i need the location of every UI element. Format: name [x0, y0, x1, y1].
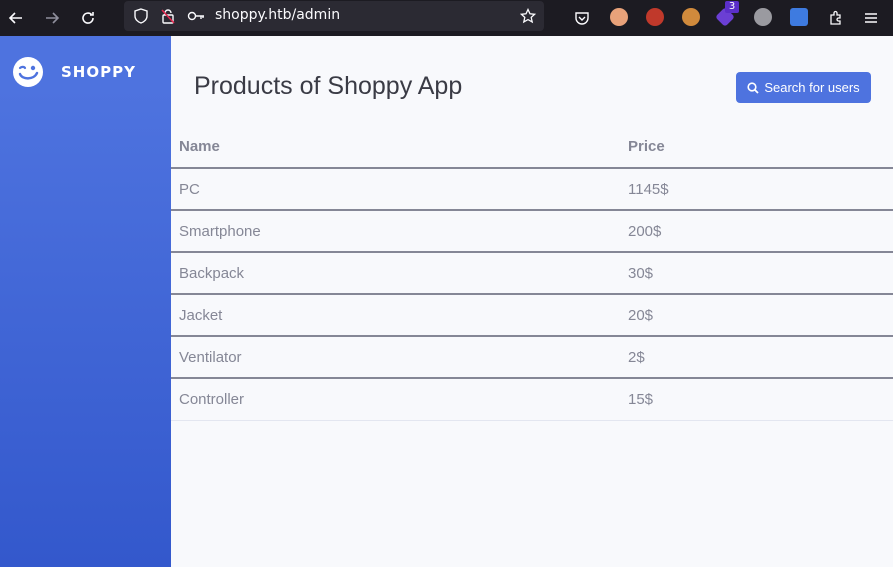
translate-icon[interactable]: [790, 8, 808, 26]
key-icon[interactable]: [187, 8, 205, 28]
extension-face-icon[interactable]: [610, 8, 628, 26]
table-row: Controller 15$: [171, 378, 893, 421]
product-name: Ventilator: [171, 336, 620, 379]
product-name: Controller: [171, 378, 620, 421]
table-row: PC 1145$: [171, 168, 893, 211]
browser-toolbar: shoppy.htb/admin 3: [0, 0, 893, 36]
product-price: 2$: [620, 336, 893, 379]
table-row: Smartphone 200$: [171, 210, 893, 253]
extension-red-icon[interactable]: [646, 8, 664, 26]
winking-face-icon: [13, 57, 43, 87]
search-users-label: Search for users: [764, 80, 860, 95]
cookie-icon[interactable]: [682, 8, 700, 26]
product-price: 20$: [620, 294, 893, 337]
table-row: Backpack 30$: [171, 252, 893, 295]
menu-hamburger-icon[interactable]: [859, 6, 883, 30]
table-header-row: Name Price: [171, 126, 893, 169]
product-name: Jacket: [171, 294, 620, 337]
product-name: PC: [171, 168, 620, 211]
table-row: Jacket 20$: [171, 294, 893, 337]
products-table: Name Price PC 1145$ Smartphone 200$ Back…: [171, 126, 893, 421]
back-arrow-icon[interactable]: [4, 6, 28, 30]
product-price: 15$: [620, 378, 893, 421]
product-price: 30$: [620, 252, 893, 295]
brand-link[interactable]: SHOPPY: [12, 56, 135, 88]
forward-arrow-icon[interactable]: [40, 6, 64, 30]
url-bar[interactable]: shoppy.htb/admin: [124, 1, 544, 31]
bookmark-star-icon[interactable]: [519, 7, 537, 28]
brand-name: SHOPPY: [61, 63, 136, 81]
extension-badge: 3: [725, 1, 739, 13]
product-name: Backpack: [171, 252, 620, 295]
insecure-lock-icon[interactable]: [160, 8, 176, 28]
column-header-name: Name: [171, 126, 620, 169]
pocket-icon[interactable]: [570, 6, 594, 30]
page-title: Products of Shoppy App: [194, 72, 463, 100]
column-header-price: Price: [620, 126, 893, 169]
extensions-puzzle-icon[interactable]: [824, 6, 848, 30]
product-price: 200$: [620, 210, 893, 253]
product-name: Smartphone: [171, 210, 620, 253]
shield-icon[interactable]: [133, 8, 149, 28]
main-content: Products of Shoppy App Search for users …: [171, 36, 893, 567]
table-row: Ventilator 2$: [171, 336, 893, 379]
sidebar: SHOPPY: [0, 36, 171, 567]
search-users-button[interactable]: Search for users: [736, 72, 871, 103]
reload-icon[interactable]: [76, 6, 100, 30]
search-icon: [747, 81, 759, 94]
extension-gray-icon[interactable]: [754, 8, 772, 26]
url-text[interactable]: shoppy.htb/admin: [215, 7, 340, 23]
product-price: 1145$: [620, 168, 893, 211]
